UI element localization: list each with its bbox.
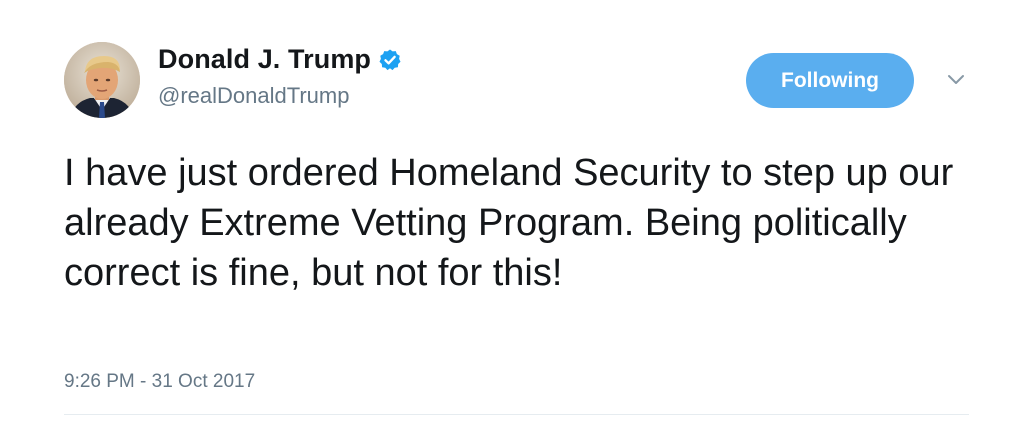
following-button[interactable]: Following [746,53,914,108]
avatar-photo-icon [64,42,140,118]
tweet-text: I have just ordered Homeland Security to… [64,152,954,294]
author-screen-name[interactable]: @realDonaldTrump [158,83,349,109]
tweet-card: Donald J. Trump @realDonaldTrump Followi… [0,0,1024,423]
divider [64,414,969,415]
chevron-down-icon[interactable] [944,70,968,90]
author-display-name[interactable]: Donald J. Trump [158,44,402,75]
verified-badge-icon [378,48,402,72]
display-name-text[interactable]: Donald J. Trump [158,44,371,75]
tweet-timestamp[interactable]: 9:26 PM - 31 Oct 2017 [64,371,255,393]
author-avatar[interactable] [64,42,140,118]
